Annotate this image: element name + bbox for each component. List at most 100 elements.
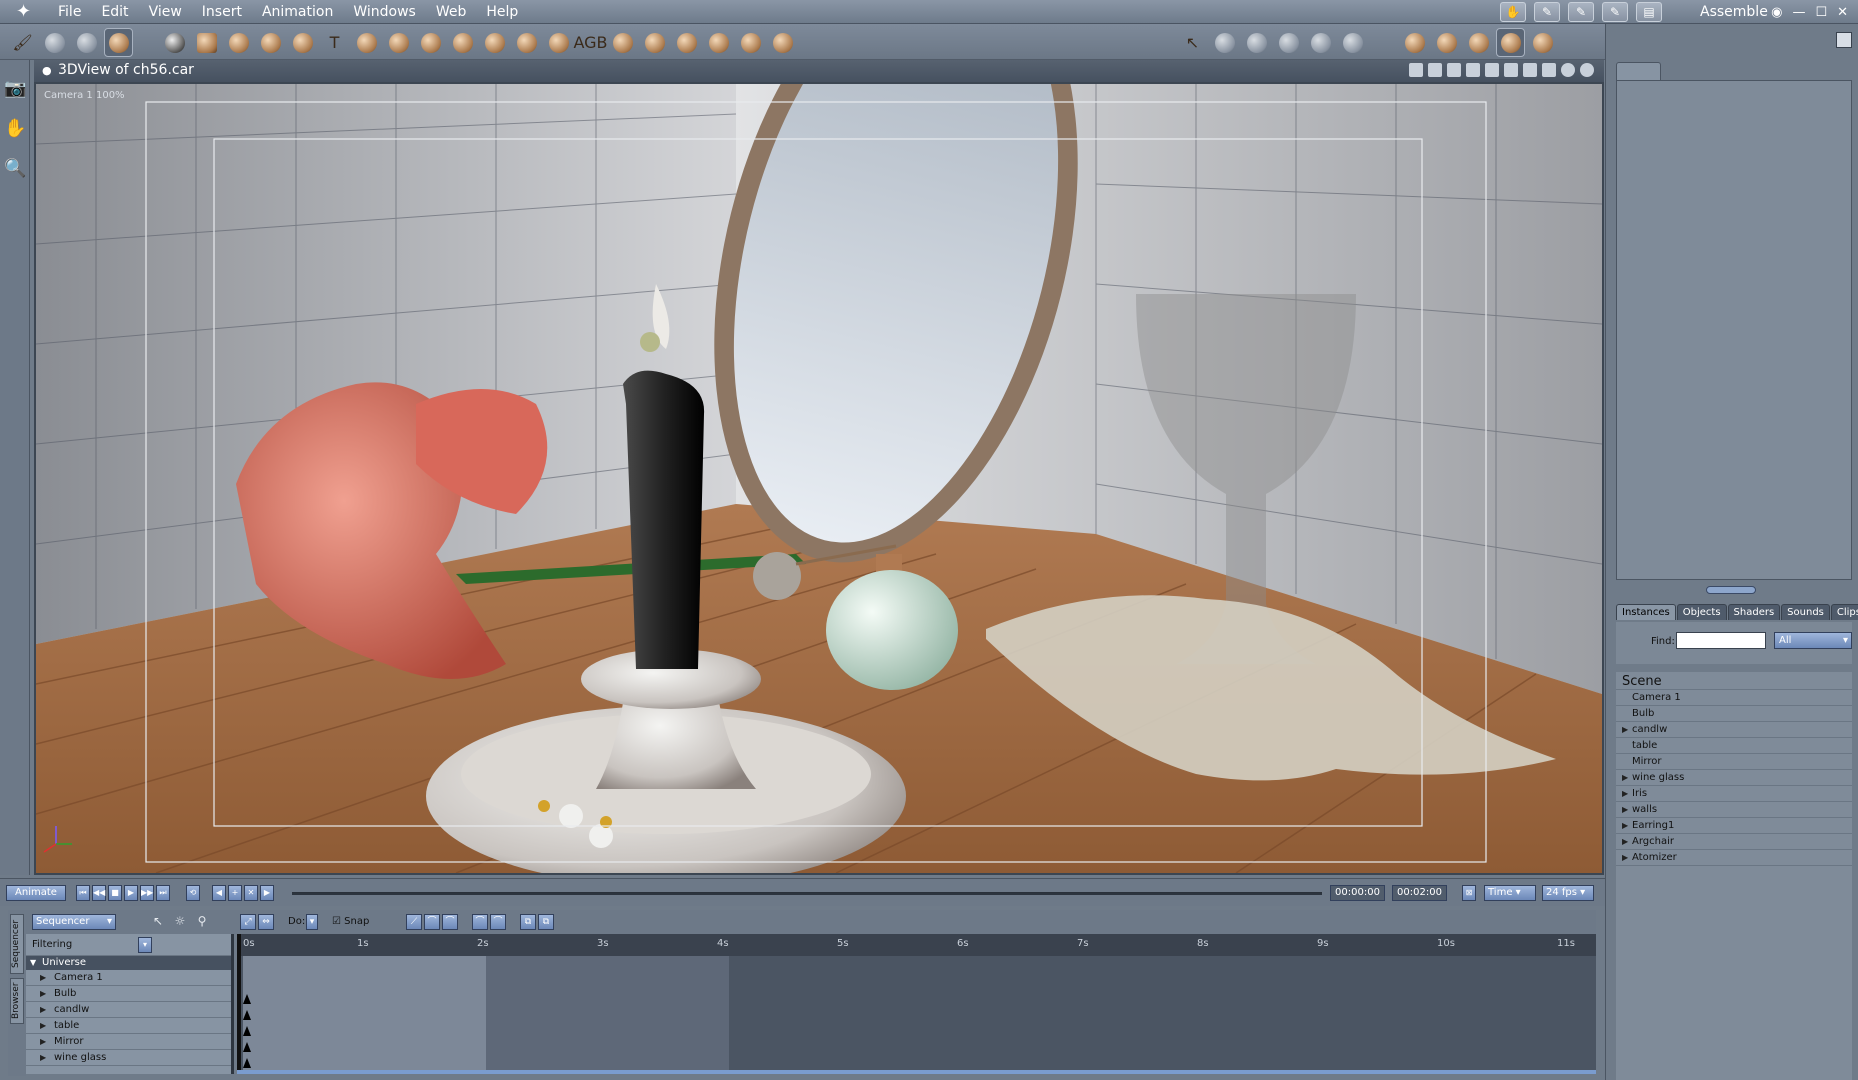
tab-instances[interactable]: Instances: [1616, 604, 1676, 620]
step-back-icon[interactable]: ◀◀: [92, 885, 106, 901]
sequencer-row[interactable]: ▶ Bulb: [26, 986, 231, 1002]
vertex-object-icon[interactable]: [192, 28, 221, 57]
scene-item[interactable]: Camera 1: [1616, 690, 1852, 706]
scale-icon[interactable]: [1274, 28, 1303, 57]
room-render-icon[interactable]: ▤: [1636, 2, 1662, 22]
menu-edit[interactable]: Edit: [91, 0, 138, 24]
view-layout-1-icon[interactable]: [1428, 63, 1442, 77]
menu-insert[interactable]: Insert: [192, 0, 252, 24]
tab-objects[interactable]: Objects: [1676, 604, 1727, 620]
bend-icon[interactable]: [1306, 28, 1335, 57]
animate-button[interactable]: Animate: [6, 885, 66, 901]
chevron-right-icon[interactable]: ▶: [1622, 722, 1628, 737]
menu-help[interactable]: Help: [476, 0, 528, 24]
tween-ease-icon[interactable]: ⌒: [442, 914, 458, 930]
view-layout-4-icon[interactable]: [1485, 63, 1499, 77]
playhead[interactable]: [237, 934, 241, 1074]
chevron-right-icon[interactable]: ▶: [1622, 802, 1628, 817]
chevron-right-icon[interactable]: ▶: [40, 970, 46, 985]
shading-bbox-icon[interactable]: [1504, 63, 1518, 77]
sequencer-row[interactable]: ▶ wine glass: [26, 1050, 231, 1066]
camera-track-icon[interactable]: [1432, 28, 1461, 57]
find-input[interactable]: [1676, 632, 1766, 649]
plant-icon[interactable]: [352, 28, 381, 57]
shading-textured-icon[interactable]: [1580, 63, 1594, 77]
time-unit-select[interactable]: Time ▾: [1484, 885, 1536, 901]
explosion-icon[interactable]: [512, 28, 541, 57]
scene-item[interactable]: ▶ Earring1: [1616, 818, 1852, 834]
time-ruler[interactable]: 0s 1s 2s 3s 4s 5s 6s 7s 8s 9s 10s 11s: [237, 934, 1596, 956]
tab-shaders[interactable]: Shaders: [1727, 604, 1781, 620]
keyframe-paste-icon[interactable]: ⧉: [538, 914, 554, 930]
bulb-light-icon[interactable]: [672, 28, 701, 57]
scene-item[interactable]: ▶ wine glass: [1616, 770, 1852, 786]
rotate-icon[interactable]: [1242, 28, 1271, 57]
properties-tab[interactable]: [1616, 62, 1661, 80]
zoom-icon[interactable]: 🔍: [4, 158, 26, 180]
delete-key-icon[interactable]: ✕: [244, 885, 258, 901]
view-mode-icon[interactable]: [1409, 63, 1423, 77]
bowl-icon[interactable]: [608, 28, 637, 57]
plane-icon[interactable]: [384, 28, 413, 57]
shading-wire-icon[interactable]: [1523, 63, 1537, 77]
room-assemble-icon[interactable]: ✋: [1500, 2, 1526, 22]
camera-dolly-icon[interactable]: [1400, 28, 1429, 57]
tween-smooth-icon[interactable]: ⌒: [424, 914, 440, 930]
sequencer-row[interactable]: ▶ table: [26, 1018, 231, 1034]
tween-in-icon[interactable]: ⌒: [472, 914, 488, 930]
find-filter-select[interactable]: All ▾: [1774, 632, 1852, 649]
shading-smooth-icon[interactable]: [1561, 63, 1575, 77]
sequencer-row[interactable]: ▶ Mirror: [26, 1034, 231, 1050]
camera-icon[interactable]: 📷: [4, 78, 26, 100]
zoom-icon[interactable]: ⚲: [194, 914, 210, 930]
minimize-icon[interactable]: —: [1792, 5, 1805, 20]
select-arrow-icon[interactable]: ↖: [150, 914, 166, 930]
metaball-icon[interactable]: [256, 28, 285, 57]
chevron-right-icon[interactable]: ▶: [40, 986, 46, 1001]
panel-toggle-button[interactable]: [1836, 32, 1852, 48]
eye-icon[interactable]: ◉: [1771, 5, 1782, 20]
scene-item[interactable]: ▶ candlw: [1616, 722, 1852, 738]
scene-item[interactable]: ▶ Atomizer: [1616, 850, 1852, 866]
shading-flat-icon[interactable]: [1542, 63, 1556, 77]
chevron-right-icon[interactable]: ▶: [40, 1034, 46, 1049]
working-box-icon[interactable]: [1528, 28, 1557, 57]
hand-grab-icon[interactable]: [40, 28, 69, 57]
keyframe-marker[interactable]: [243, 1010, 251, 1020]
menu-file[interactable]: File: [48, 0, 91, 24]
chevron-right-icon[interactable]: ▶: [1622, 850, 1628, 865]
scene-item[interactable]: ▶ walls: [1616, 802, 1852, 818]
select-arrow-icon[interactable]: ↖: [1178, 28, 1207, 57]
sequencer-row[interactable]: ▶ candlw: [26, 1002, 231, 1018]
chevron-right-icon[interactable]: ▶: [40, 1018, 46, 1033]
camera-orbit-icon[interactable]: [1496, 28, 1525, 57]
current-time-field[interactable]: 00:00:00: [1330, 885, 1385, 901]
fit-range-icon[interactable]: ⇔: [258, 914, 274, 930]
tab-clips[interactable]: Clips: [1830, 604, 1858, 620]
sequencer-row[interactable]: ▶ Camera 1: [26, 970, 231, 986]
ocean-icon[interactable]: [448, 28, 477, 57]
scene-item[interactable]: ▶ Argchair: [1616, 834, 1852, 850]
menu-web[interactable]: Web: [426, 0, 477, 24]
sequencer-hscrollbar[interactable]: [237, 1070, 1596, 1074]
spot-light-icon[interactable]: [640, 28, 669, 57]
play-icon[interactable]: ▶: [124, 885, 138, 901]
timeline-mode-icon[interactable]: ⊠: [1462, 885, 1476, 901]
bone-icon[interactable]: [768, 28, 797, 57]
fit-view-icon[interactable]: ⤢: [240, 914, 256, 930]
terrain-icon[interactable]: [288, 28, 317, 57]
do-dropdown-icon[interactable]: ▾: [306, 914, 318, 930]
go-start-icon[interactable]: ⏮: [76, 885, 90, 901]
end-time-field[interactable]: 00:02:00: [1392, 885, 1447, 901]
chevron-right-icon[interactable]: ▶: [1622, 786, 1628, 801]
panel-splitter-handle[interactable]: [1706, 586, 1756, 594]
menu-animation[interactable]: Animation: [252, 0, 343, 24]
tab-sounds[interactable]: Sounds: [1781, 604, 1830, 620]
add-key-icon[interactable]: +: [228, 885, 242, 901]
scene-item[interactable]: Bulb: [1616, 706, 1852, 722]
scene-item[interactable]: Mirror: [1616, 754, 1852, 770]
keyframe-marker[interactable]: [243, 994, 251, 1004]
fire-icon[interactable]: [480, 28, 509, 57]
vtab-sequencer[interactable]: Sequencer: [10, 914, 24, 974]
keyframe-copy-icon[interactable]: ⧉: [520, 914, 536, 930]
